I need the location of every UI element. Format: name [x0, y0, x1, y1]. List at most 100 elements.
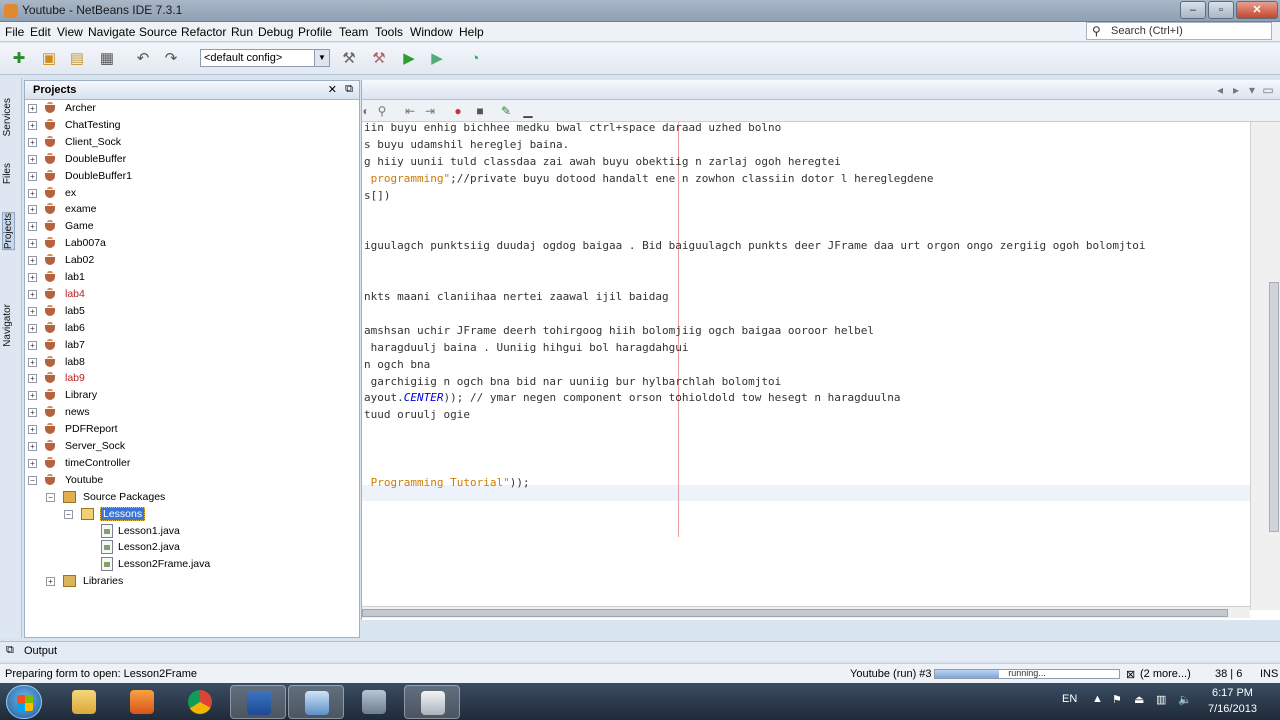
- menu-source[interactable]: Source: [139, 25, 177, 39]
- menu-edit[interactable]: Edit: [30, 25, 51, 39]
- taskbar-media-player[interactable]: [114, 685, 170, 719]
- taskbar-explorer[interactable]: [56, 685, 112, 719]
- search-input[interactable]: ⚲ Search (Ctrl+I): [1086, 22, 1272, 40]
- show-hidden-icons-icon[interactable]: ▲: [1092, 693, 1103, 705]
- horizontal-scroll-thumb[interactable]: [362, 609, 1228, 617]
- start-macro-icon[interactable]: ●: [450, 103, 466, 119]
- tab-files[interactable]: Files: [2, 163, 13, 184]
- tab-navigator[interactable]: Navigator: [2, 304, 13, 347]
- more-tasks[interactable]: (2 more...): [1140, 668, 1191, 680]
- expand-toggle-icon[interactable]: +: [28, 425, 37, 435]
- shift-left-icon[interactable]: ⇤: [402, 103, 418, 119]
- history-icon[interactable]: ◐: [358, 103, 374, 119]
- menu-team[interactable]: Team: [339, 25, 368, 39]
- menu-refactor[interactable]: Refactor: [181, 25, 226, 39]
- expand-toggle-icon[interactable]: +: [28, 357, 37, 367]
- expand-toggle-icon[interactable]: +: [28, 154, 37, 164]
- expand-toggle-icon[interactable]: +: [28, 391, 37, 401]
- expand-toggle-icon[interactable]: +: [28, 306, 37, 316]
- vertical-scrollbar[interactable]: [1250, 122, 1280, 610]
- menu-navigate[interactable]: Navigate: [88, 25, 135, 39]
- show-opened-documents-icon[interactable]: ▾: [1244, 82, 1260, 98]
- menu-profile[interactable]: Profile: [298, 25, 332, 39]
- expand-toggle-icon[interactable]: +: [28, 273, 37, 282]
- network-tray-icon[interactable]: ▥: [1156, 693, 1166, 706]
- minimize-button[interactable]: –: [1180, 1, 1206, 19]
- expand-toggle-icon[interactable]: +: [28, 205, 37, 215]
- taskbar-app[interactable]: [346, 685, 402, 719]
- close-button[interactable]: ✕: [1236, 1, 1278, 19]
- clock-date[interactable]: 7/16/2013: [1208, 703, 1257, 715]
- expand-toggle-icon[interactable]: +: [28, 120, 37, 130]
- clean-build-icon[interactable]: ⚒: [368, 48, 390, 70]
- menu-debug[interactable]: Debug: [258, 25, 293, 39]
- expand-toggle-icon[interactable]: +: [28, 323, 37, 333]
- expand-toggle-icon[interactable]: +: [28, 408, 37, 418]
- tab-services[interactable]: Services: [2, 98, 13, 136]
- debug-icon[interactable]: ▶: [426, 48, 448, 70]
- menu-run[interactable]: Run: [231, 25, 253, 39]
- expand-toggle-icon[interactable]: −: [28, 475, 37, 485]
- expand-toggle-icon[interactable]: −: [64, 509, 73, 519]
- code-area[interactable]: iin buyu enhig bichhee medku bwal ctrl+s…: [362, 122, 1250, 610]
- new-project-icon[interactable]: ▣: [38, 48, 60, 70]
- expand-toggle-icon[interactable]: +: [28, 458, 37, 468]
- close-panel-icon[interactable]: ✕: [328, 83, 337, 96]
- expand-toggle-icon[interactable]: +: [28, 442, 37, 451]
- clock-time[interactable]: 6:17 PM: [1212, 687, 1253, 699]
- shift-right-icon[interactable]: ⇥: [422, 103, 438, 119]
- maximize-panel-icon[interactable]: ⧉: [345, 83, 353, 96]
- menu-window[interactable]: Window: [410, 25, 453, 39]
- uncomment-icon[interactable]: ▁: [520, 103, 536, 119]
- taskbar-java-frame[interactable]: [404, 685, 460, 719]
- find-selection-icon[interactable]: ⚲: [374, 103, 390, 119]
- open-project-icon[interactable]: ▤: [66, 48, 88, 70]
- cancel-task-icon[interactable]: ⊠: [1126, 668, 1135, 681]
- taskbar-chrome[interactable]: [172, 685, 228, 719]
- horizontal-scrollbar[interactable]: [362, 606, 1250, 618]
- redo-icon[interactable]: ↷: [160, 48, 182, 70]
- expand-toggle-icon[interactable]: +: [28, 222, 37, 232]
- volume-tray-icon[interactable]: 🔈: [1178, 693, 1192, 706]
- menu-view[interactable]: View: [57, 25, 83, 39]
- language-indicator[interactable]: EN: [1062, 693, 1077, 705]
- maximize-button[interactable]: ▫: [1208, 1, 1234, 19]
- undo-icon[interactable]: ↶: [132, 48, 154, 70]
- expand-toggle-icon[interactable]: +: [46, 577, 55, 587]
- expand-toggle-icon[interactable]: +: [28, 188, 37, 198]
- stop-macro-icon[interactable]: ■: [472, 103, 488, 119]
- expand-toggle-icon[interactable]: −: [46, 492, 55, 502]
- expand-toggle-icon[interactable]: +: [28, 289, 37, 299]
- output-tab[interactable]: Output: [24, 645, 57, 657]
- tab-projects[interactable]: Projects: [2, 212, 15, 251]
- expand-toggle-icon[interactable]: +: [28, 256, 37, 266]
- run-icon[interactable]: ▶: [398, 48, 420, 70]
- save-all-icon[interactable]: ▦: [96, 48, 118, 70]
- comment-icon[interactable]: ✎: [498, 103, 514, 119]
- run-label[interactable]: Youtube (run) #3: [850, 668, 932, 680]
- expand-toggle-icon[interactable]: +: [28, 374, 37, 384]
- taskbar-word[interactable]: [230, 685, 286, 719]
- maximize-editor-icon[interactable]: ▭: [1260, 82, 1276, 98]
- taskbar-netbeans[interactable]: [288, 685, 344, 719]
- usb-tray-icon[interactable]: ⏏: [1134, 693, 1144, 706]
- start-button[interactable]: [6, 685, 42, 719]
- menu-tools[interactable]: Tools: [375, 25, 403, 39]
- config-select[interactable]: <default config> ▼: [200, 49, 330, 67]
- expand-toggle-icon[interactable]: +: [28, 239, 37, 249]
- expand-toggle-icon[interactable]: +: [28, 104, 37, 113]
- menu-file[interactable]: File: [5, 25, 24, 39]
- vertical-scroll-thumb[interactable]: [1269, 282, 1279, 532]
- scroll-tabs-left-icon[interactable]: ◂: [1212, 82, 1228, 98]
- profile-icon[interactable]: ◔: [464, 48, 486, 70]
- expand-toggle-icon[interactable]: +: [28, 171, 37, 181]
- expand-toggle-icon[interactable]: +: [28, 340, 37, 350]
- scroll-tabs-right-icon[interactable]: ▸: [1228, 82, 1244, 98]
- build-hammer-icon[interactable]: ⚒: [338, 48, 360, 70]
- tree-project-label: timeController: [65, 456, 131, 469]
- flag-tray-icon[interactable]: ⚑: [1112, 693, 1122, 706]
- new-file-icon[interactable]: ✚: [8, 48, 30, 70]
- expand-toggle-icon[interactable]: +: [28, 137, 37, 147]
- editor-tab-bar: ◂ ▸ ▾ ▭: [362, 80, 1280, 100]
- menu-help[interactable]: Help: [459, 25, 484, 39]
